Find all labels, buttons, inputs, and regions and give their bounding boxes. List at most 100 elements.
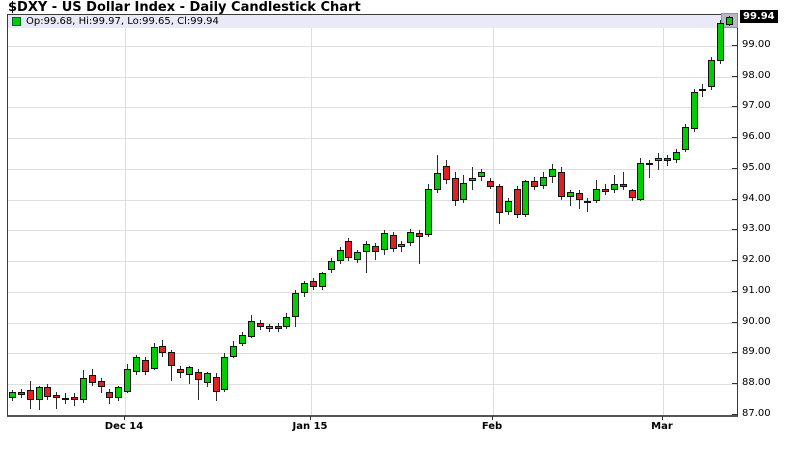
h-gridline	[8, 199, 737, 201]
v-gridline	[663, 27, 664, 415]
candle-up	[469, 178, 477, 182]
candle-down	[212, 376, 220, 392]
candle-down	[628, 190, 636, 199]
candle-down	[495, 185, 503, 214]
v-gridline	[311, 27, 312, 415]
y-axis-label: 93.00	[742, 223, 771, 235]
candle-up	[150, 347, 158, 369]
candle-up	[115, 387, 123, 399]
candle-up	[708, 59, 716, 88]
h-gridline	[8, 230, 737, 232]
candle-down	[274, 325, 282, 329]
candle-down	[159, 345, 167, 354]
y-axis-label: 94.00	[742, 192, 771, 204]
candle-up	[301, 282, 309, 294]
candle-down	[194, 371, 202, 380]
y-axis-tick	[732, 260, 738, 262]
candle-down	[141, 359, 149, 372]
candle-down	[106, 391, 114, 399]
h-gridline	[8, 138, 737, 140]
y-axis-label: 88.00	[742, 377, 771, 389]
candle-up	[690, 91, 698, 129]
y-axis-label: 96.00	[742, 131, 771, 143]
candle-down	[557, 171, 565, 197]
y-axis-label: 87.00	[742, 408, 771, 419]
candle-up	[460, 182, 468, 200]
y-axis-label: 97.00	[742, 100, 771, 112]
candle-wick	[622, 171, 624, 191]
candle-up	[540, 176, 548, 186]
x-axis-tick	[492, 416, 493, 420]
y-axis-tick	[732, 352, 738, 354]
candle-up	[230, 345, 238, 357]
candle-down	[619, 184, 627, 188]
candle-up	[407, 231, 415, 243]
candle-up	[593, 188, 601, 202]
y-axis-label: 89.00	[742, 346, 771, 358]
candle-wick	[73, 393, 75, 406]
candle-up	[363, 244, 371, 252]
candle-up	[248, 321, 255, 337]
candle-down	[88, 375, 96, 383]
candle-up	[9, 391, 16, 399]
candle-down	[168, 351, 176, 366]
candle-down	[26, 390, 34, 400]
v-gridline	[493, 27, 494, 415]
y-axis-tick	[732, 414, 738, 415]
candle-down	[389, 235, 397, 249]
y-axis-label: 92.00	[742, 254, 771, 266]
candle-up	[336, 250, 344, 262]
candle-up	[203, 373, 211, 383]
candle-up	[265, 325, 273, 329]
candle-up	[504, 201, 512, 212]
candle-up	[672, 151, 680, 160]
candle-down	[62, 398, 70, 401]
y-axis-tick	[732, 106, 738, 108]
h-gridline	[8, 291, 737, 293]
candle-down	[44, 387, 52, 397]
candle-down	[664, 158, 672, 162]
candle-up	[478, 171, 486, 177]
x-axis-tick	[310, 416, 311, 420]
y-axis-label: 99.00	[742, 38, 771, 50]
candle-wick	[658, 153, 660, 171]
candle-up	[79, 378, 87, 400]
candle-down	[513, 188, 521, 215]
candle-down	[256, 322, 264, 328]
y-axis-tick	[732, 321, 738, 323]
h-gridline	[8, 261, 737, 263]
h-gridline	[8, 76, 737, 78]
y-axis-tick	[732, 137, 738, 139]
h-gridline	[8, 168, 737, 170]
candle-down	[575, 193, 583, 200]
candle-up	[354, 251, 362, 260]
candle-up	[292, 293, 300, 317]
candle-up	[655, 158, 663, 162]
candle-up	[35, 387, 43, 400]
candle-down	[53, 395, 61, 399]
x-axis-label: Dec 14	[104, 421, 144, 432]
candle-up	[717, 22, 725, 62]
candle-up	[566, 191, 574, 197]
candle-up	[433, 173, 441, 191]
y-axis-tick	[732, 198, 738, 200]
y-axis-tick	[732, 229, 738, 231]
legend-candle-swatch-icon	[12, 17, 21, 26]
candle-up	[283, 316, 291, 328]
candle-up	[425, 188, 433, 235]
candle-up	[646, 162, 654, 165]
x-axis-label: Mar	[651, 421, 673, 432]
candle-down	[345, 241, 353, 259]
y-axis-tick	[732, 44, 738, 46]
candle-down	[487, 181, 494, 188]
candle-up	[699, 88, 707, 91]
candle-down	[442, 165, 450, 180]
candle-up	[522, 181, 530, 215]
y-axis-tick	[732, 383, 738, 385]
candle-up	[681, 127, 689, 151]
chart-plot-area[interactable]: Op:99.68, Hi:99.97, Lo:99.65, Cl:99.94	[7, 13, 738, 417]
x-axis-tick	[662, 416, 663, 420]
candle-up	[327, 261, 335, 271]
y-axis-tick	[732, 167, 738, 169]
candle-up	[726, 16, 733, 25]
